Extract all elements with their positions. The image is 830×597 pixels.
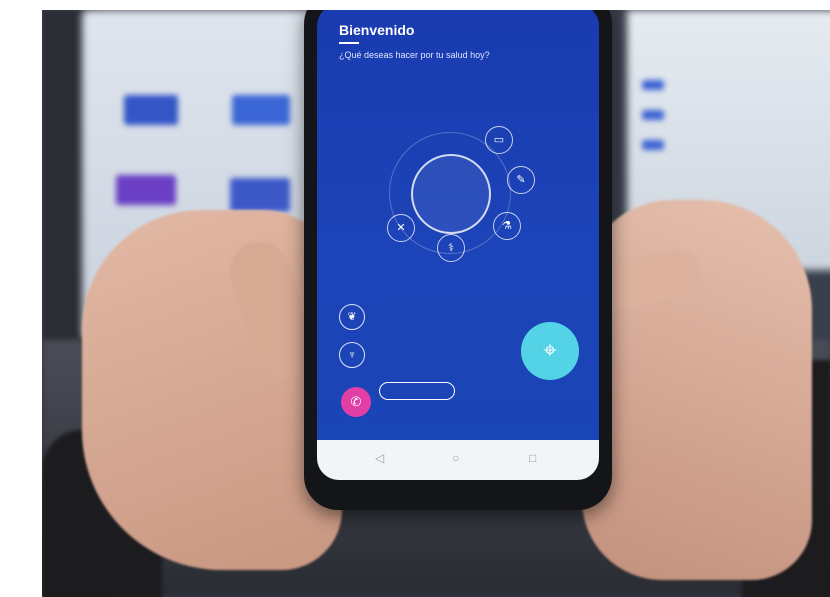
calendar-icon[interactable]: ▭ (485, 126, 513, 154)
background-tile (232, 95, 290, 125)
recent-icon[interactable]: □ (529, 451, 536, 465)
smartphone: Bienvenido ¿Qué deseas hacer por tu salu… (304, 10, 612, 510)
home-icon[interactable]: ○ (452, 451, 459, 465)
android-nav-bar: ◁ ○ □ (317, 440, 599, 480)
right-hand (582, 200, 812, 580)
doctor-icon[interactable]: ⚕ (437, 234, 465, 262)
photo: Bienvenido ¿Qué deseas hacer por tu salu… (42, 10, 830, 597)
services-hub[interactable] (411, 154, 491, 234)
background-tile (230, 178, 290, 212)
pencil-icon[interactable]: ✎ (507, 166, 535, 194)
welcome-question: ¿Qué deseas hacer por tu salud hoy? (339, 50, 490, 60)
phone-number-button[interactable] (379, 382, 455, 400)
video-call-icon[interactable]: ✆ (341, 387, 371, 417)
background-tile (642, 80, 664, 90)
back-icon[interactable]: ◁ (375, 451, 384, 465)
phone-screen: Bienvenido ¿Qué deseas hacer por tu salu… (317, 10, 599, 480)
background-tile (642, 140, 664, 150)
background-tile (116, 175, 176, 205)
background-tile (642, 110, 664, 120)
background-tile (124, 95, 178, 125)
welcome-title: Bienvenido (339, 22, 415, 38)
cross-icon[interactable]: ✕ (387, 214, 415, 242)
map-pin-icon[interactable]: ⌖ (521, 322, 579, 380)
tooth-icon[interactable]: ♆ (339, 342, 365, 368)
title-underline (339, 42, 359, 44)
left-hand (82, 210, 342, 570)
flask-icon[interactable]: ⚗ (493, 212, 521, 240)
leaf-icon[interactable]: ❦ (339, 304, 365, 330)
